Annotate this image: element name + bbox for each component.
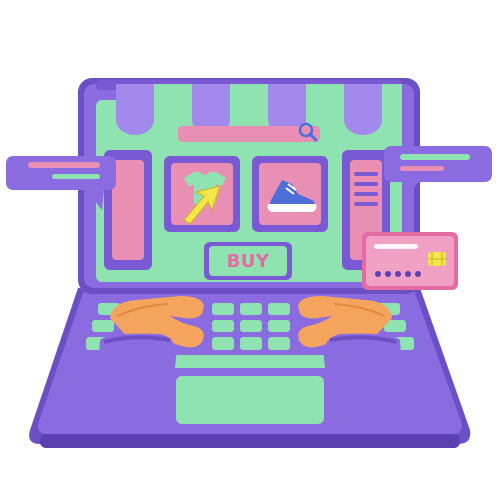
search-bar[interactable] [178,122,320,142]
right-arm-sleeve [323,333,404,428]
product-card-shoe[interactable] [252,156,328,232]
left-arm-sleeve [96,333,177,428]
trackpad[interactable] [176,376,324,424]
online-shopping-illustration [6,78,492,448]
left-message-bubble [6,156,116,210]
buy-button[interactable] [204,242,292,280]
credit-card-icon [362,232,458,290]
product-card-shirt[interactable] [164,156,240,232]
